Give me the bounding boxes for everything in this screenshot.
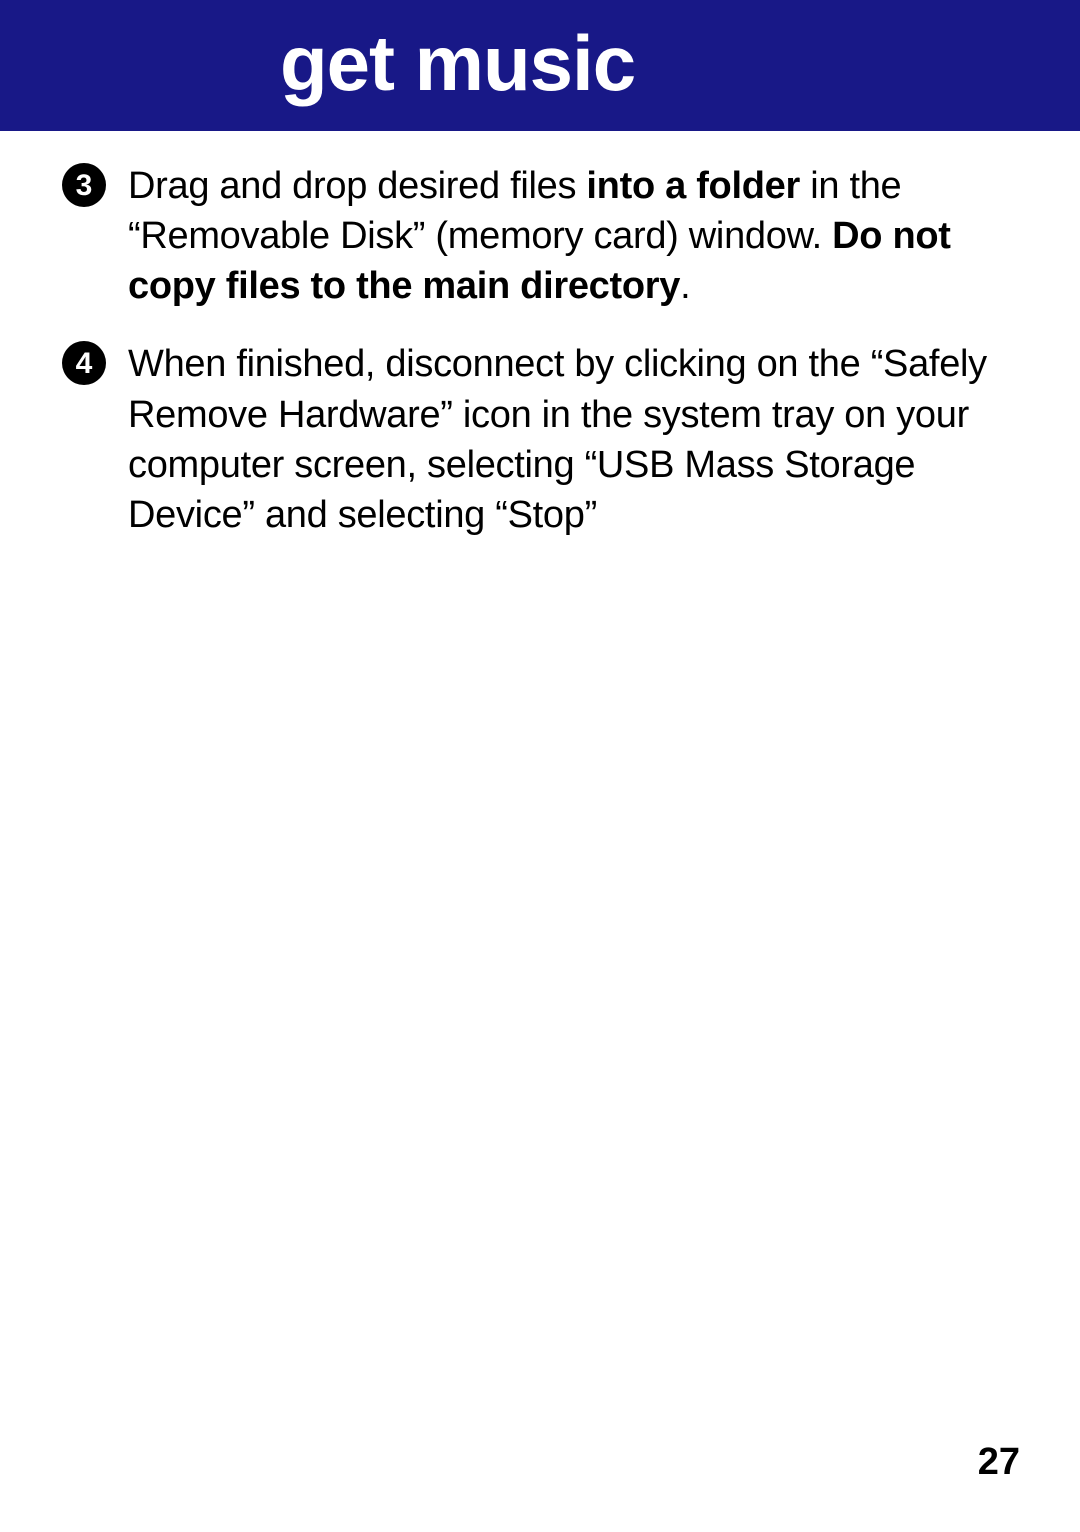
step-3: 3 Drag and drop desired files into a fol…	[60, 161, 1020, 311]
step-3-text: Drag and drop desired files into a folde…	[128, 161, 1020, 311]
step-3-marker-icon: 3	[60, 161, 108, 209]
step-4-number: 4	[76, 347, 93, 380]
page-number: 27	[978, 1441, 1020, 1484]
page-title: get music	[0, 18, 1080, 109]
content-area: 3 Drag and drop desired files into a fol…	[0, 131, 1080, 540]
step-4: 4 When finished, disconnect by clicking …	[60, 339, 1020, 540]
page-header: get music	[0, 0, 1080, 131]
step-4-marker-icon: 4	[60, 339, 108, 387]
step-4-text: When finished, disconnect by clicking on…	[128, 339, 1020, 540]
step-3-number: 3	[76, 169, 93, 202]
